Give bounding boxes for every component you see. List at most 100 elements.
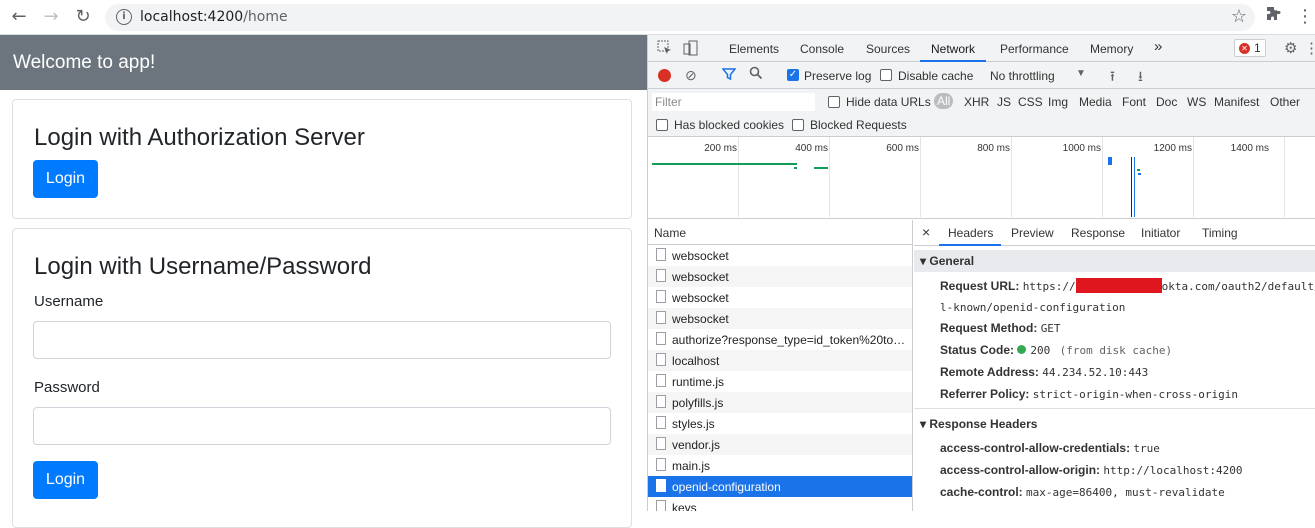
error-count-badge[interactable]: ✕ 1 (1234, 39, 1266, 57)
request-row[interactable]: websocket (648, 266, 912, 287)
request-row[interactable]: localhost (648, 350, 912, 371)
request-row[interactable]: websocket (648, 287, 912, 308)
devtools-menu-icon[interactable]: ⋮ (1304, 39, 1315, 57)
inspect-element-icon[interactable] (657, 40, 672, 58)
filter-type-doc[interactable]: Doc (1156, 95, 1177, 109)
request-row[interactable]: vendor.js (648, 434, 912, 455)
request-row[interactable]: keys (648, 497, 912, 511)
close-detail-icon[interactable]: × (922, 224, 930, 240)
response-headers-section-header[interactable]: ▾ Response Headers (914, 413, 1315, 435)
timeline-tick: 800 ms (977, 143, 1010, 154)
network-overview-timeline[interactable]: 200 ms 400 ms 600 ms 800 ms 1000 ms 1200… (648, 137, 1315, 219)
filter-type-media[interactable]: Media (1079, 95, 1112, 109)
tab-response[interactable]: Response (1071, 226, 1125, 240)
blocked-requests-checkbox[interactable] (792, 119, 804, 131)
filter-type-manifest[interactable]: Manifest (1214, 95, 1259, 109)
back-arrow-icon[interactable]: ← (8, 6, 30, 28)
file-icon (656, 290, 666, 303)
filter-type-js[interactable]: JS (997, 95, 1011, 109)
filter-type-ws[interactable]: WS (1187, 95, 1206, 109)
tab-memory[interactable]: Memory (1090, 42, 1133, 56)
request-url-line2: l-known/openid-configuration (940, 301, 1126, 314)
tab-sources[interactable]: Sources (866, 42, 910, 56)
request-url-continuation: l-known/openid-configuration (940, 300, 1125, 314)
timeline-tick: 600 ms (886, 143, 919, 154)
waterfall-bar (794, 167, 797, 169)
password-login-card: Login with Username/Password Username Pa… (12, 228, 632, 528)
request-row[interactable]: polyfills.js (648, 392, 912, 413)
timeline-tick: 400 ms (795, 143, 828, 154)
reload-icon[interactable]: ↻ (72, 6, 94, 28)
file-icon (656, 500, 666, 511)
request-row[interactable]: openid-configuration (648, 476, 912, 497)
extensions-puzzle-icon[interactable] (1265, 6, 1281, 26)
disable-cache-checkbox[interactable] (880, 69, 892, 81)
export-har-icon[interactable]: ⭳ (1138, 66, 1143, 90)
tab-network[interactable]: Network (931, 42, 975, 56)
general-section-header[interactable]: ▾ General (914, 250, 1315, 272)
filter-type-font[interactable]: Font (1122, 95, 1146, 109)
request-name: openid-configuration (672, 480, 781, 494)
tab-performance[interactable]: Performance (1000, 42, 1069, 56)
tab-preview[interactable]: Preview (1011, 226, 1054, 240)
status-note: (from disk cache) (1059, 344, 1173, 357)
url-text[interactable]: localhost:4200/home (140, 9, 288, 25)
forward-arrow-icon[interactable]: → (40, 6, 62, 28)
tab-headers[interactable]: Headers (948, 226, 993, 240)
status-code-key: Status Code: (940, 343, 1015, 357)
device-toolbar-icon[interactable] (683, 40, 699, 59)
has-blocked-cookies-checkbox[interactable] (656, 119, 668, 131)
request-row[interactable]: runtime.js (648, 371, 912, 392)
search-icon[interactable] (749, 66, 763, 83)
site-info-icon[interactable]: i (116, 9, 132, 25)
network-filter-bar: Hide data URLs All XHR JS CSS Img Media … (648, 89, 1315, 116)
bookmark-star-icon[interactable]: ☆ (1231, 6, 1247, 27)
response-header-row: cache-control: max-age=86400, must-reval… (940, 485, 1225, 499)
tab-elements[interactable]: Elements (729, 42, 779, 56)
password-input[interactable] (33, 407, 611, 445)
status-code-row: Status Code: 200 (from disk cache) (940, 343, 1172, 357)
blocked-requests-label: Blocked Requests (810, 118, 907, 132)
request-row[interactable]: websocket (648, 245, 912, 266)
has-blocked-cookies-label: Has blocked cookies (674, 118, 785, 132)
response-header-row: access-control-allow-origin: http://loca… (940, 463, 1242, 477)
password-login-button[interactable]: Login (33, 461, 98, 499)
filter-type-img[interactable]: Img (1048, 95, 1068, 109)
request-row[interactable]: authorize?response_type=id_token%20token… (648, 329, 912, 350)
file-icon (656, 437, 666, 450)
auth-server-card: Login with Authorization Server Login (12, 99, 632, 219)
tab-console[interactable]: Console (800, 42, 844, 56)
browser-menu-icon[interactable]: ⋮ (1296, 6, 1314, 27)
request-row[interactable]: main.js (648, 455, 912, 476)
settings-gear-icon[interactable]: ⚙ (1284, 39, 1297, 57)
throttling-select[interactable]: No throttling (990, 69, 1055, 83)
triangle-down-icon: ▾ (920, 417, 927, 431)
request-row[interactable]: styles.js (648, 413, 912, 434)
tab-initiator[interactable]: Initiator (1141, 226, 1180, 240)
request-name: polyfills.js (672, 396, 724, 410)
filter-funnel-icon[interactable] (721, 67, 737, 84)
request-row[interactable]: websocket (648, 308, 912, 329)
auth-server-login-button[interactable]: Login (33, 160, 98, 198)
filter-type-xhr[interactable]: XHR (964, 95, 989, 109)
filter-type-all[interactable]: All (934, 93, 954, 109)
import-har-icon[interactable]: ⭱ (1110, 66, 1115, 90)
request-url-rest: okta.com/oauth2/default/.wel (1161, 280, 1315, 293)
filter-input[interactable] (652, 93, 815, 111)
record-icon[interactable] (658, 69, 671, 82)
address-bar[interactable]: i localhost:4200/home ☆ (105, 4, 1255, 31)
referrer-policy-value: strict-origin-when-cross-origin (1032, 388, 1239, 401)
more-tabs-icon[interactable]: » (1154, 38, 1162, 55)
app-navbar: Welcome to app! (0, 35, 647, 90)
timeline-tick: 1200 ms (1153, 143, 1192, 154)
clear-icon[interactable]: ⊘ (685, 67, 697, 84)
hide-data-urls-checkbox[interactable] (828, 96, 840, 108)
redacted-host (1075, 278, 1162, 293)
preserve-log-checkbox[interactable]: ✓ (787, 69, 799, 81)
name-column-header[interactable]: Name (648, 220, 912, 245)
filter-type-css[interactable]: CSS (1018, 95, 1043, 109)
username-input[interactable] (33, 321, 611, 359)
chevron-down-icon[interactable]: ▼ (1076, 68, 1086, 79)
filter-type-other[interactable]: Other (1270, 95, 1300, 109)
tab-timing[interactable]: Timing (1202, 226, 1238, 240)
